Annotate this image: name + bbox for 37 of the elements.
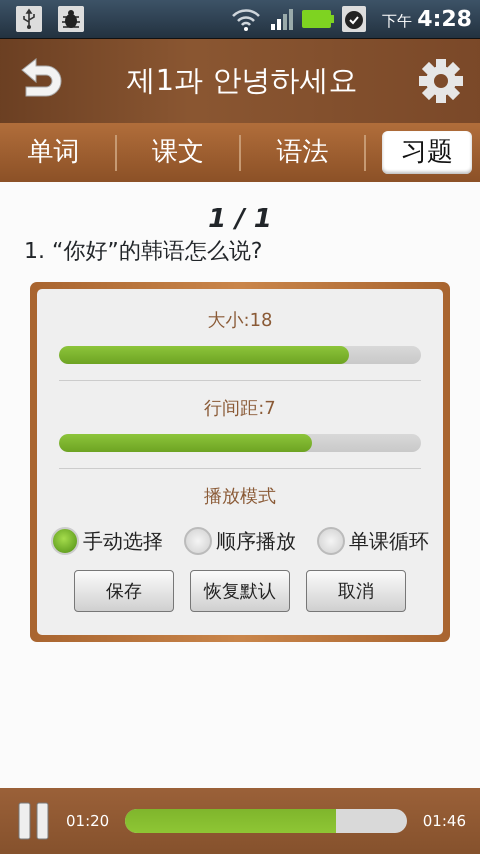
radio-option[interactable]: 顺序播放 xyxy=(184,526,296,556)
bug-icon xyxy=(58,6,84,32)
radio-button[interactable] xyxy=(51,527,79,555)
tab[interactable]: 语法 xyxy=(257,131,348,174)
tab[interactable]: 习题 xyxy=(382,131,472,174)
wifi-icon xyxy=(230,6,262,32)
signal-icon xyxy=(270,7,294,31)
radio-label: 手动选择 xyxy=(83,528,163,555)
slider-label: 大小:18 xyxy=(206,309,274,333)
total-time: 01:46 xyxy=(422,810,466,832)
dialog-button[interactable]: 恢复默认 xyxy=(190,570,290,612)
usb-icon xyxy=(16,6,42,32)
radio-label: 顺序播放 xyxy=(216,528,296,555)
tab[interactable]: 课文 xyxy=(132,131,223,174)
tab[interactable]: 单词 xyxy=(8,131,98,174)
settings-icon[interactable] xyxy=(418,58,464,104)
slider-label: 行间距:7 xyxy=(203,397,277,421)
header-title: 제1과 안녕하세요 xyxy=(126,62,358,100)
radio-option[interactable]: 单课循环 xyxy=(317,526,429,556)
radio-label: 单课循环 xyxy=(349,528,429,555)
clock-time: 4:28 xyxy=(417,6,472,32)
mode-title: 播放模式 xyxy=(203,485,277,509)
dialog-button[interactable]: 取消 xyxy=(306,570,406,612)
dialog-button[interactable]: 保存 xyxy=(74,570,174,612)
elapsed-time: 01:20 xyxy=(66,810,110,832)
battery-icon xyxy=(302,10,334,28)
radio-option[interactable]: 手动选择 xyxy=(51,526,163,556)
slider-track[interactable] xyxy=(59,346,421,364)
page-counter: 1 / 1 xyxy=(207,203,273,236)
progress-track[interactable] xyxy=(125,809,407,833)
question-text: 1. “你好”的韩语怎么说? xyxy=(24,239,264,264)
slider-track[interactable] xyxy=(59,434,421,452)
radio-button[interactable] xyxy=(184,527,212,555)
alarm-icon xyxy=(342,6,366,32)
radio-button[interactable] xyxy=(317,527,345,555)
time-period: 下午 xyxy=(382,12,412,30)
pause-icon[interactable] xyxy=(18,802,50,840)
